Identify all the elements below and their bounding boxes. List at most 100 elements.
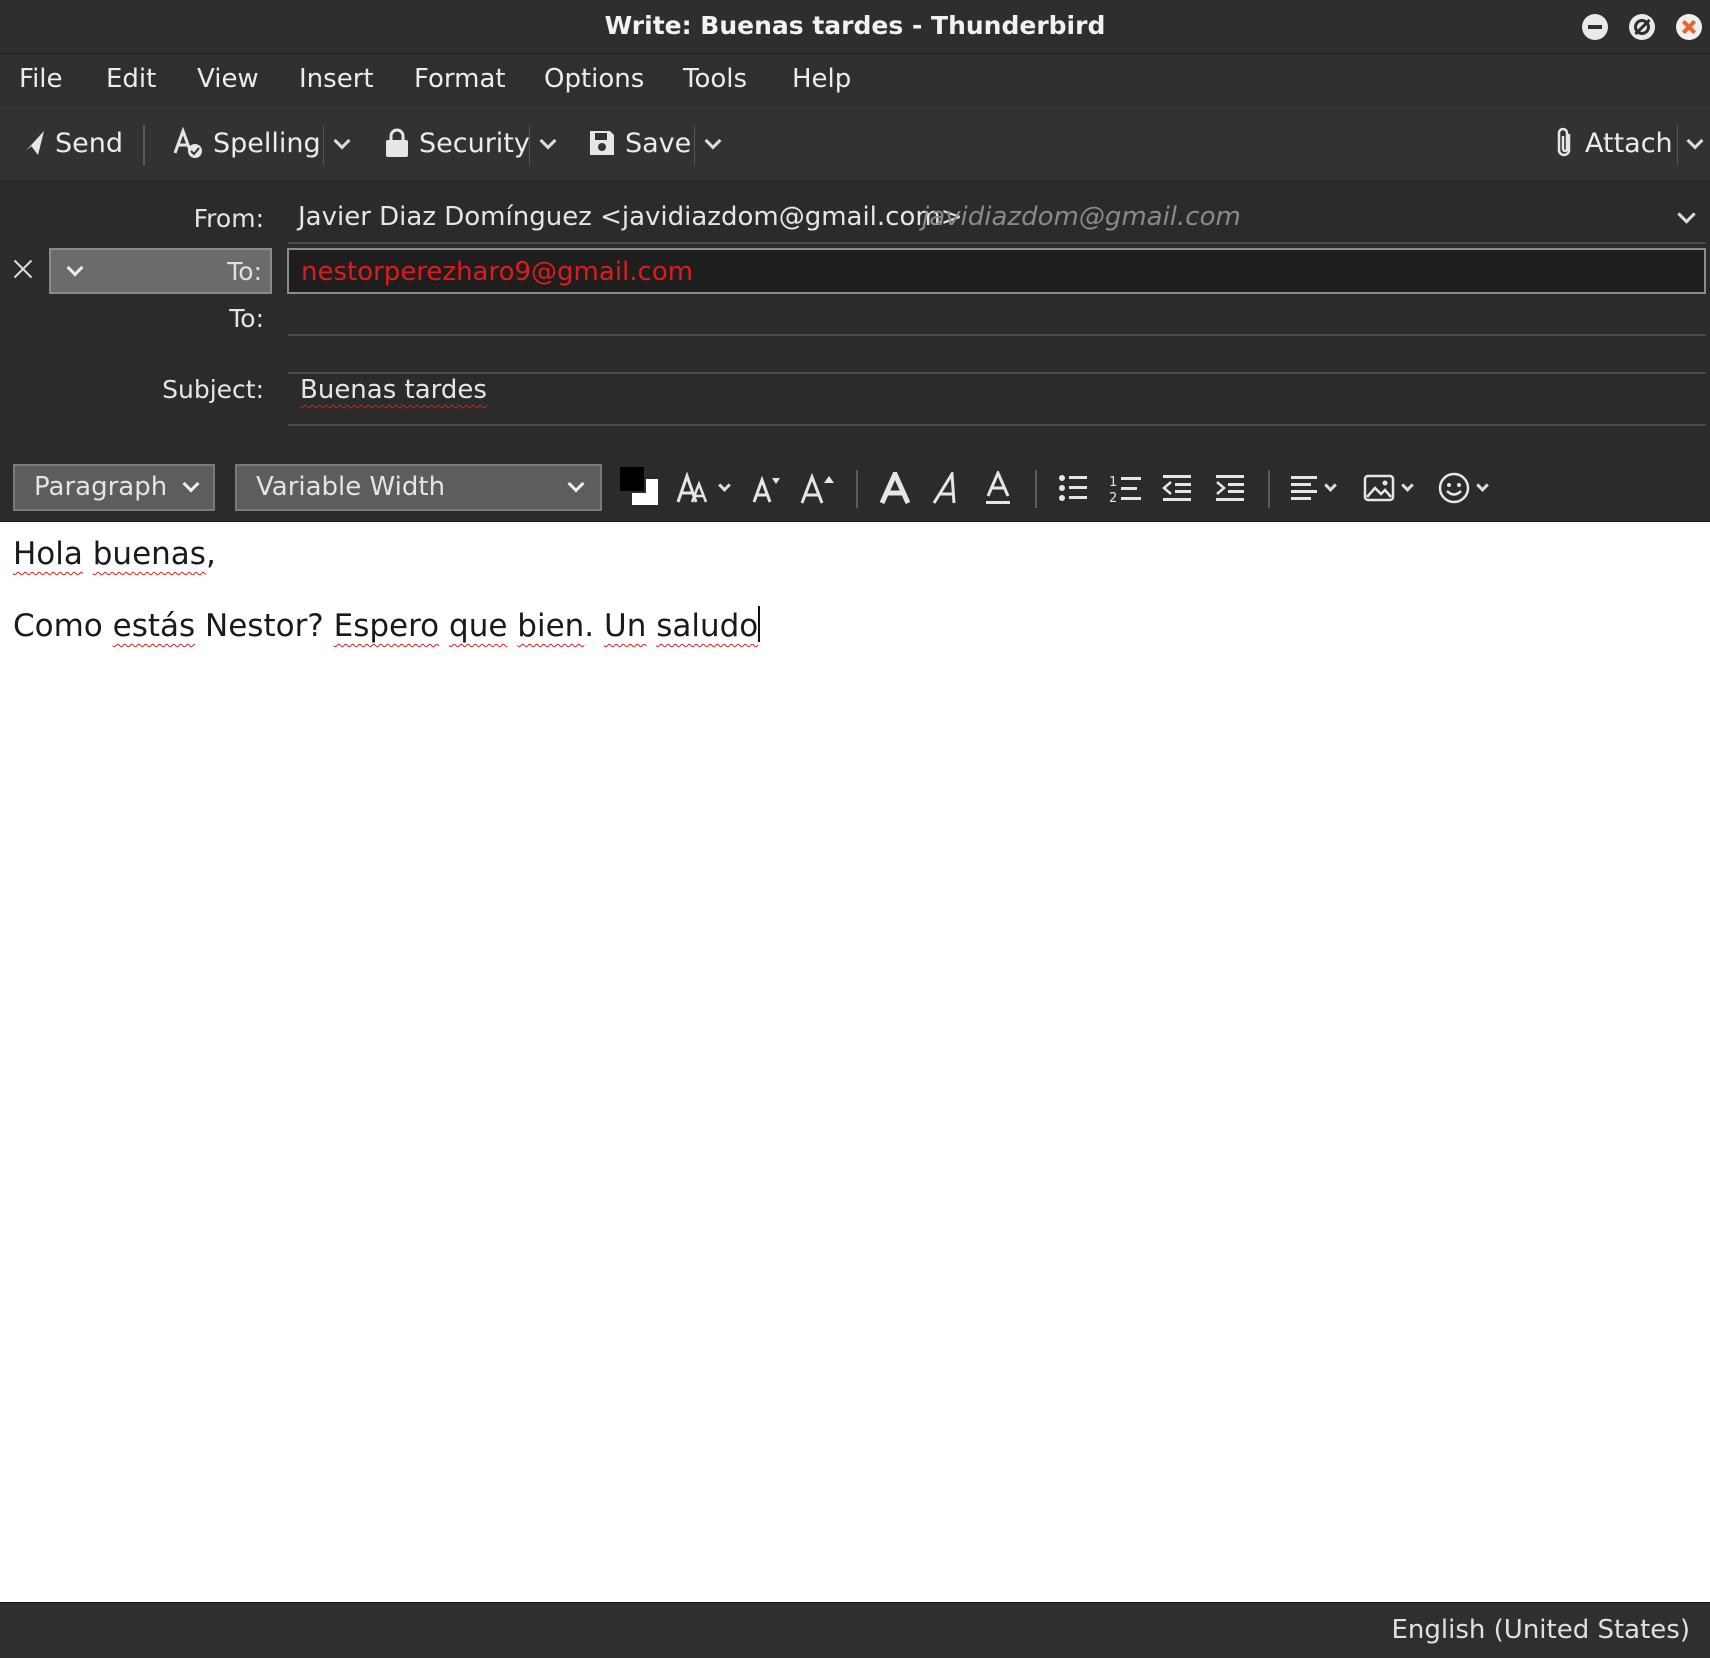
decrease-font-size-icon [752, 475, 780, 503]
misspelled-word[interactable]: estás [113, 608, 196, 644]
body-text: . [584, 608, 595, 644]
menu-insert[interactable]: Insert [299, 64, 374, 94]
increase-font-size-button[interactable] [800, 468, 836, 508]
paragraph-format-value: Paragraph [34, 472, 168, 502]
save-button[interactable]: Save [588, 125, 691, 161]
outdent-icon [1162, 475, 1191, 501]
chevron-down-icon [1324, 478, 1337, 492]
numbered-list-button[interactable]: 12 [1108, 468, 1142, 508]
from-identity-select[interactable]: Javier Diaz Domínguez <javidiazdom@gmail… [288, 184, 1706, 244]
address-type-select[interactable]: To: [49, 248, 272, 294]
toolbar-separator [1677, 125, 1678, 165]
toolbar-separator [323, 125, 324, 165]
alignment-button[interactable] [1290, 468, 1337, 508]
spelling-button[interactable]: Spelling [172, 125, 321, 161]
insert-image-button[interactable] [1363, 468, 1414, 508]
menu-format[interactable]: Format [414, 64, 506, 94]
recipient-input-empty[interactable] [288, 338, 1706, 374]
lock-icon [386, 128, 408, 157]
to-label-2: To: [229, 304, 264, 333]
menu-help[interactable]: Help [792, 64, 851, 94]
menu-options[interactable]: Options [544, 64, 644, 94]
menu-view[interactable]: View [197, 64, 259, 94]
paperclip-icon [1557, 127, 1571, 157]
outdent-button[interactable] [1162, 468, 1192, 508]
increase-font-size-icon [800, 472, 834, 504]
address-type-label: To: [227, 257, 262, 286]
misspelled-word[interactable]: Un [604, 608, 646, 644]
underline-button[interactable] [985, 468, 1011, 508]
numbered-list-icon: 12 [1109, 475, 1141, 504]
insert-emoji-button[interactable] [1438, 468, 1489, 508]
subject-value: Buenas tardes [300, 375, 487, 405]
svg-text:2: 2 [1109, 491, 1117, 504]
save-dropdown-chevron-icon[interactable] [704, 132, 722, 150]
color-swatch-icon [618, 465, 658, 505]
message-body-editor[interactable]: Hola buenas, Como estás Nestor? Espero q… [0, 522, 1710, 1602]
save-icon [590, 131, 614, 155]
send-button[interactable]: Send [20, 125, 123, 161]
compose-toolbar: Send Spelling Security Save Attach [0, 105, 1710, 180]
attach-label: Attach [1585, 127, 1673, 159]
remove-recipient-close-icon[interactable] [12, 258, 34, 280]
window-title: Write: Buenas tardes - Thunderbird [604, 11, 1106, 40]
maximize-icon[interactable] [1629, 14, 1655, 40]
chevron-down-icon [182, 475, 200, 493]
menu-file[interactable]: File [19, 64, 63, 94]
attach-dropdown-chevron-icon[interactable] [1686, 132, 1704, 150]
from-identity-hint: javidiazdom@gmail.com [922, 202, 1241, 232]
to-recipient-input-2[interactable] [288, 292, 1706, 336]
security-button[interactable]: Security [384, 125, 530, 161]
font-family-value: Variable Width [256, 472, 446, 502]
body-text: Nestor? [205, 608, 324, 644]
format-toolbar: Paragraph Variable Width 12 [0, 450, 1710, 522]
to-recipient-input[interactable]: nestorperezharo9@gmail.com [287, 248, 1706, 294]
misspelled-word[interactable]: saludo [656, 608, 758, 644]
misspelled-word[interactable]: que [449, 608, 507, 644]
svg-text:1: 1 [1109, 475, 1117, 490]
chevron-down-icon [1677, 205, 1696, 224]
subject-input[interactable] [288, 374, 1706, 426]
close-window-icon[interactable] [1676, 14, 1702, 40]
body-text: , [205, 536, 216, 572]
message-headers: From: Javier Diaz Domínguez <javidiazdom… [0, 180, 1710, 450]
misspelled-word[interactable]: Espero [334, 608, 440, 644]
misspelled-word[interactable]: Hola [13, 536, 83, 572]
format-separator [856, 470, 858, 508]
italic-button[interactable] [932, 468, 960, 508]
indent-button[interactable] [1215, 468, 1245, 508]
bold-button[interactable] [880, 468, 910, 508]
menu-tools[interactable]: Tools [683, 64, 747, 94]
minimize-icon[interactable] [1582, 14, 1608, 40]
toolbar-separator [694, 125, 695, 165]
spellcheck-language[interactable]: English (United States) [1392, 1615, 1691, 1645]
font-size-button[interactable] [676, 468, 731, 508]
format-separator [1035, 470, 1037, 508]
chevron-down-icon [567, 475, 585, 493]
underline-icon [986, 471, 1010, 504]
font-family-select[interactable]: Variable Width [235, 464, 602, 511]
body-line-1: Hola buenas, [13, 536, 216, 572]
chevron-down-icon [66, 259, 84, 277]
menu-edit[interactable]: Edit [106, 64, 156, 94]
spelling-dropdown-chevron-icon[interactable] [333, 132, 351, 150]
body-text: Como [13, 608, 103, 644]
attach-button[interactable]: Attach [1554, 125, 1673, 161]
font-size-icon [676, 472, 708, 503]
misspelled-word[interactable]: bien [517, 608, 584, 644]
indent-icon [1216, 475, 1244, 501]
decrease-font-size-button[interactable] [752, 468, 784, 508]
security-label: Security [419, 127, 530, 159]
bullet-list-icon [1059, 475, 1087, 501]
bullet-list-button[interactable] [1058, 468, 1088, 508]
security-dropdown-chevron-icon[interactable] [539, 132, 557, 150]
misspelled-word[interactable]: buenas [93, 536, 206, 572]
bold-icon [880, 472, 910, 504]
text-color-picker[interactable] [618, 465, 660, 506]
spelling-label: Spelling [213, 127, 321, 159]
align-icon [1291, 476, 1317, 500]
to-recipient-value: nestorperezharo9@gmail.com [301, 257, 694, 287]
image-icon [1363, 474, 1395, 502]
spellcheck-icon [173, 127, 202, 158]
paragraph-format-select[interactable]: Paragraph [13, 464, 215, 511]
